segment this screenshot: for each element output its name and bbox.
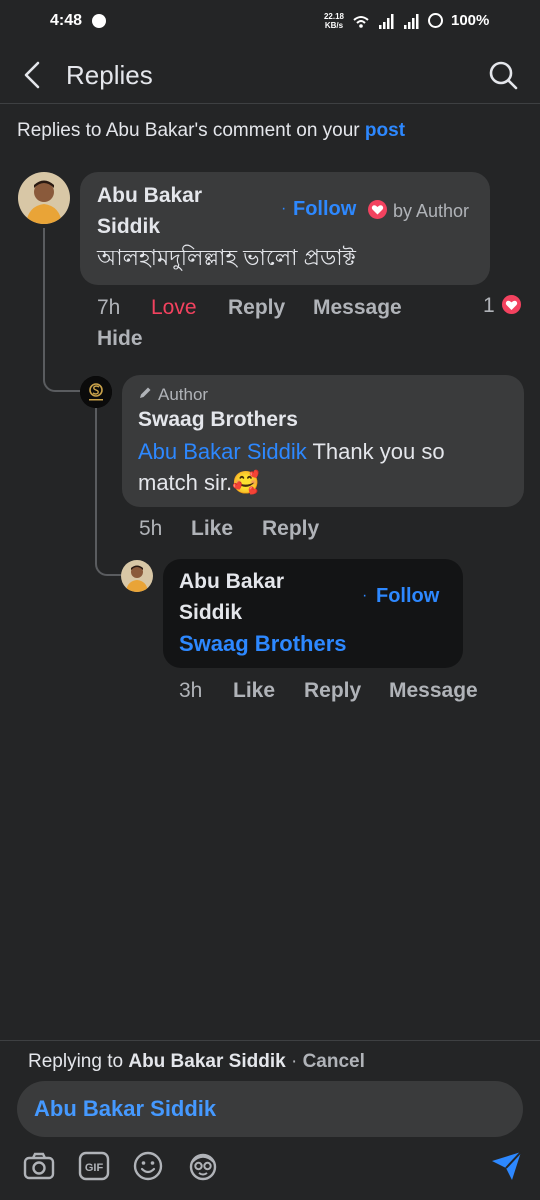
- camera-button[interactable]: [22, 1149, 56, 1183]
- message-button[interactable]: Message: [313, 296, 402, 320]
- commenter-name[interactable]: Abu Bakar Siddik: [179, 566, 284, 628]
- page-title: Replies: [66, 60, 153, 90]
- emoji-button[interactable]: [131, 1149, 165, 1183]
- battery-level: 100%: [451, 12, 490, 29]
- separator-dot: ·: [362, 587, 368, 604]
- send-button[interactable]: [490, 1149, 524, 1183]
- svg-text:GIF: GIF: [85, 1162, 104, 1174]
- avatar[interactable]: [121, 560, 153, 592]
- header: Replies: [0, 48, 540, 104]
- status-bar: 4:48 22.18 KB/s 100%: [0, 0, 540, 44]
- messenger-icon: [92, 14, 106, 28]
- reply-input-value: Abu Bakar Siddik: [34, 1096, 217, 1121]
- replies-context: Replies to Abu Bakar's comment on your p…: [17, 120, 406, 141]
- send-icon: [492, 1151, 522, 1180]
- heart-icon: [368, 200, 387, 219]
- comment-time: 5h: [139, 517, 163, 540]
- avatar-sticker-button[interactable]: [186, 1149, 220, 1183]
- battery-icon: [428, 13, 443, 28]
- follow-button[interactable]: Follow: [293, 198, 356, 221]
- post-link[interactable]: post: [365, 120, 405, 141]
- reply-button[interactable]: Reply: [304, 679, 361, 703]
- replying-to-bar: Replying to Abu Bakar Siddik · Cancel: [28, 1051, 365, 1072]
- comment-text: Abu Bakar Siddik Thank you so match sir.…: [138, 439, 445, 495]
- status-time: 4:48: [50, 12, 83, 29]
- commenter-name[interactable]: Abu Bakar Siddik: [97, 180, 202, 242]
- back-arrow-icon: [24, 61, 40, 89]
- like-button[interactable]: Like: [191, 517, 233, 541]
- separator-dot: ·: [281, 200, 287, 217]
- gif-button[interactable]: GIF: [77, 1149, 111, 1183]
- reply-input[interactable]: Abu Bakar Siddik: [17, 1081, 523, 1137]
- thread-connector: [43, 228, 83, 392]
- commenter-name[interactable]: Swaag Brothers: [138, 404, 298, 435]
- search-button[interactable]: [486, 58, 520, 92]
- back-button[interactable]: [18, 58, 50, 92]
- reply-composer: Replying to Abu Bakar Siddik · Cancel Ab…: [0, 1040, 540, 1200]
- avatar[interactable]: [18, 172, 70, 224]
- hide-button[interactable]: Hide: [97, 327, 143, 351]
- love-reaction-button[interactable]: Love: [151, 296, 197, 320]
- network-speed: 22.18 KB/s: [323, 12, 345, 30]
- like-button[interactable]: Like: [233, 679, 275, 703]
- comment-bubble[interactable]: Abu Bakar Siddik · Follow Swaag Brothers: [163, 559, 463, 668]
- message-button[interactable]: Message: [389, 679, 478, 703]
- follow-button[interactable]: Follow: [376, 585, 439, 608]
- reply-button[interactable]: Reply: [228, 296, 285, 320]
- thread-connector: [95, 408, 123, 576]
- author-badge: Author: [158, 385, 209, 404]
- avatar-sticker-icon: [189, 1153, 217, 1181]
- signal-wifi-icon: [353, 14, 419, 29]
- mention-link[interactable]: Abu Bakar Siddik: [138, 439, 307, 464]
- user-avatar-image: [18, 172, 70, 224]
- comment-bubble[interactable]: Abu Bakar Siddik · Follow by Author আলহা…: [80, 172, 490, 285]
- reaction-count[interactable]: 1: [483, 294, 495, 318]
- search-icon: [489, 61, 518, 90]
- comment-text: আলহামদুলিল্লাহ ভালো প্রডাক্ট: [97, 245, 356, 270]
- love-reaction-icon: [500, 293, 523, 316]
- by-author-label: by Author: [393, 201, 470, 221]
- camera-icon: [23, 1152, 55, 1180]
- mention-link[interactable]: Swaag Brothers: [179, 628, 347, 659]
- replying-to-name: Abu Bakar Siddik: [128, 1051, 286, 1072]
- pencil-icon: [140, 387, 151, 398]
- reply-button[interactable]: Reply: [262, 517, 319, 541]
- user-avatar-image: [121, 560, 153, 592]
- gif-icon: GIF: [78, 1151, 110, 1181]
- cancel-button[interactable]: Cancel: [303, 1051, 365, 1072]
- comment-time: 3h: [179, 679, 203, 702]
- page-avatar[interactable]: [80, 376, 112, 408]
- swaag-brothers-logo: [80, 376, 112, 408]
- comment-time: 7h: [97, 296, 121, 319]
- author-reply-bubble[interactable]: Author Swaag Brothers Abu Bakar Siddik T…: [122, 375, 524, 507]
- emoji-icon: [133, 1151, 163, 1181]
